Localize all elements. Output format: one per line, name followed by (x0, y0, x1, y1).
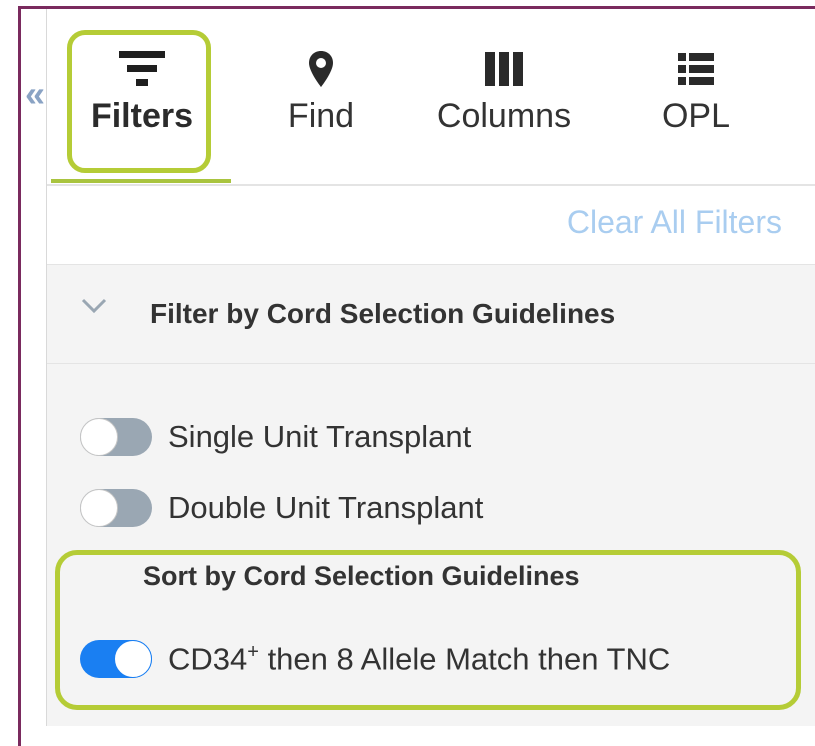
tab-label: Columns (436, 97, 572, 135)
double-unit-label: Double Unit Transplant (168, 490, 484, 525)
cd34-label-prefix: CD34 (168, 641, 248, 677)
tab-label: Filters (90, 97, 194, 135)
tab-columns[interactable]: Columns (419, 49, 589, 159)
filter-section-header[interactable]: Filter by Cord Selection Guidelines (47, 265, 815, 364)
tab-label: Find (287, 97, 355, 135)
toggle-knob (80, 418, 118, 456)
clear-filters-row: Clear All Filters (47, 186, 815, 265)
cd34-sort-toggle[interactable] (80, 640, 152, 678)
tab-filters[interactable]: Filters (87, 49, 197, 159)
double-unit-toggle[interactable] (80, 489, 152, 527)
tab-find[interactable]: Find (271, 49, 371, 159)
single-unit-label: Single Unit Transplant (168, 419, 472, 454)
collapse-panel-button[interactable]: « (25, 74, 47, 114)
toggle-knob (80, 489, 118, 527)
columns-icon (484, 49, 524, 89)
filter-section-title: Filter by Cord Selection Guidelines (150, 298, 616, 329)
toggle-knob (114, 640, 152, 678)
tab-opl[interactable]: OPL (651, 49, 741, 159)
list-icon (678, 49, 714, 89)
filter-panel: Filters Find Columns OPL Clear All Filte… (46, 9, 815, 726)
tab-label: OPL (661, 97, 731, 135)
cd34-superscript: + (247, 640, 259, 663)
clear-all-filters-link[interactable]: Clear All Filters (567, 204, 782, 241)
map-pin-icon (308, 49, 334, 89)
sort-section-title: Sort by Cord Selection Guidelines (143, 561, 580, 591)
double-chevron-left-icon: « (25, 73, 46, 114)
chevron-down-icon (81, 297, 107, 320)
double-unit-toggle-row: Double Unit Transplant (80, 484, 483, 532)
active-tab-indicator (51, 179, 231, 183)
tab-bar: Filters Find Columns OPL (47, 9, 815, 186)
cd34-sort-label: CD34+ then 8 Allele Match then TNC (168, 641, 670, 677)
single-unit-toggle[interactable] (80, 418, 152, 456)
cd34-sort-toggle-row: CD34+ then 8 Allele Match then TNC (80, 635, 670, 683)
single-unit-toggle-row: Single Unit Transplant (80, 413, 471, 461)
filter-section-body: Single Unit Transplant Double Unit Trans… (47, 364, 815, 726)
cd34-label-suffix: then 8 Allele Match then TNC (258, 641, 671, 677)
filter-icon (119, 49, 165, 89)
